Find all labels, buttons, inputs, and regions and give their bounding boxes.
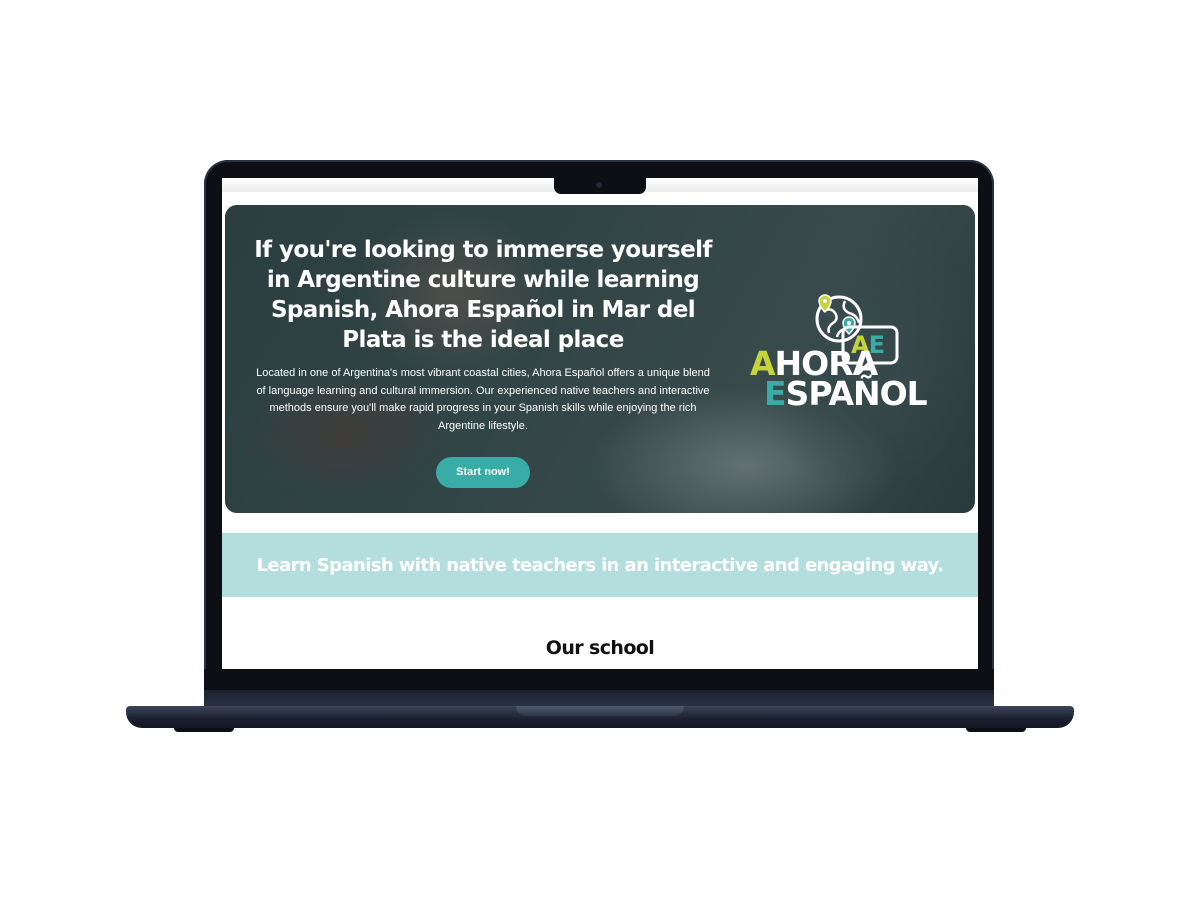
tagline-text: Learn Spanish with native teachers in an…: [256, 554, 944, 576]
camera-notch: [554, 178, 646, 194]
hero-content: If you're looking to immerse yourself in…: [243, 235, 723, 488]
laptop-foot-right: [966, 728, 1026, 732]
start-now-button[interactable]: Start now!: [436, 457, 530, 488]
hero-description: Located in one of Argentina's most vibra…: [256, 367, 710, 432]
screen-bottom-bezel: [204, 669, 994, 690]
ahora-espanol-logo: AE AHORA ESPAÑOL: [745, 293, 928, 417]
logo-word-espanol: ESPAÑOL: [764, 374, 928, 413]
hero-title: If you're looking to immerse yourself in…: [254, 237, 712, 353]
hero-section: If you're looking to immerse yourself in…: [225, 205, 975, 513]
tagline-banner: Learn Spanish with native teachers in an…: [222, 533, 978, 597]
laptop-foot-left: [174, 728, 234, 732]
laptop-hinge: [204, 688, 994, 708]
laptop-screen: If you're looking to immerse yourself in…: [222, 178, 978, 669]
device-mockup: If you're looking to immerse yourself in…: [0, 0, 1200, 900]
our-school-heading: Our school: [545, 637, 655, 659]
webcam-icon: [596, 182, 602, 188]
laptop-opening-notch: [516, 706, 684, 716]
